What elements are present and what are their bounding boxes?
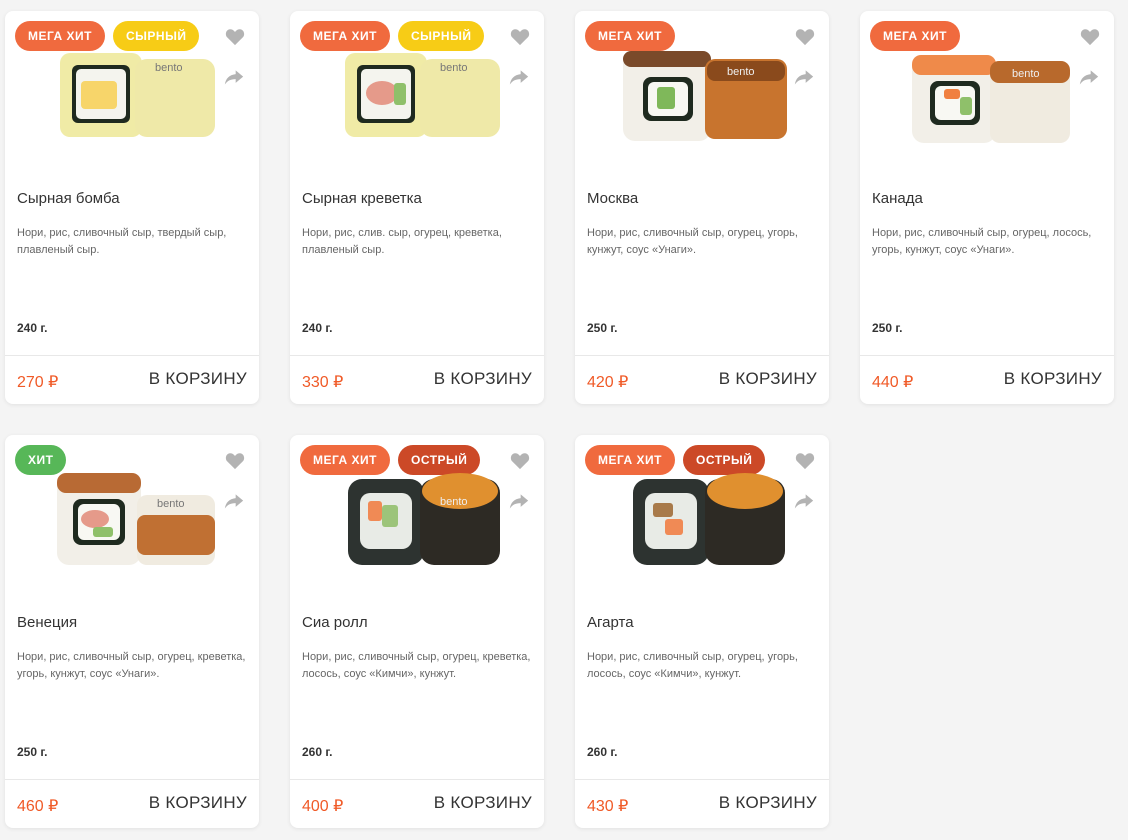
card-divider — [5, 779, 259, 780]
heart-icon[interactable] — [510, 452, 530, 470]
product-card[interactable]: ХИТ bento Венеция Нори, рис, сливочный с… — [5, 435, 259, 828]
product-price: 440 ₽ — [872, 374, 914, 391]
product-description: Нори, рис, сливочный сыр, твердый сыр, п… — [17, 227, 227, 256]
svg-text:bento: bento — [440, 62, 468, 74]
product-weight: 250 г. — [587, 321, 618, 335]
product-card[interactable]: МЕГА ХИТ ОСТРЫЙ bento Сиа ролл Нори, рис… — [290, 435, 544, 828]
product-price: 400 ₽ — [302, 798, 344, 815]
product-name[interactable]: Венеция — [17, 614, 77, 631]
share-icon[interactable] — [224, 68, 244, 86]
shrimp-eel-roll-photo: bento — [57, 473, 215, 565]
add-to-cart-button[interactable]: В КОРЗИНУ — [149, 793, 247, 813]
product-card[interactable]: МЕГА ХИТ СЫРНЫЙ bento Сырная креветка Но… — [290, 11, 544, 404]
add-to-cart-button[interactable]: В КОРЗИНУ — [719, 793, 817, 813]
svg-text:bento: bento — [157, 498, 185, 510]
cheese-shrimp-roll-photo: bento — [345, 53, 500, 137]
product-price: 430 ₽ — [587, 798, 629, 815]
share-icon[interactable] — [509, 492, 529, 510]
product-price: 420 ₽ — [587, 374, 629, 391]
salmon-eel-roll-photo: bento — [912, 55, 1070, 143]
card-divider — [290, 779, 544, 780]
share-icon[interactable] — [224, 492, 244, 510]
sesame-roll-photo: bento — [348, 473, 500, 565]
heart-icon[interactable] — [1080, 28, 1100, 46]
product-grid: МЕГА ХИТ СЫРНЫЙ bento Сырная бомба Нори,… — [0, 0, 1128, 840]
share-icon[interactable] — [1079, 68, 1099, 86]
product-weight: 240 г. — [17, 321, 48, 335]
svg-text:bento: bento — [440, 496, 468, 508]
svg-text:bento: bento — [727, 66, 755, 78]
product-weight: 260 г. — [587, 745, 618, 759]
product-card[interactable]: МЕГА ХИТ bento Москва Нори, рис, сливочн… — [575, 11, 829, 404]
heart-icon[interactable] — [510, 28, 530, 46]
card-divider — [290, 355, 544, 356]
add-to-cart-button[interactable]: В КОРЗИНУ — [1004, 369, 1102, 389]
heart-icon[interactable] — [225, 452, 245, 470]
product-name[interactable]: Сырная бомба — [17, 190, 120, 207]
black-sesame-roll-photo — [633, 473, 785, 565]
product-description: Нори, рис, слив. сыр, огурец, креветка, … — [302, 227, 502, 256]
share-icon[interactable] — [794, 68, 814, 86]
svg-text:bento: bento — [155, 62, 183, 74]
card-divider — [860, 355, 1114, 356]
add-to-cart-button[interactable]: В КОРЗИНУ — [434, 369, 532, 389]
product-description: Нори, рис, сливочный сыр, огурец, лосось… — [872, 227, 1092, 256]
share-icon[interactable] — [794, 492, 814, 510]
product-description: Нори, рис, сливочный сыр, огурец, угорь,… — [587, 227, 798, 256]
product-name[interactable]: Москва — [587, 190, 638, 207]
product-card[interactable]: МЕГА ХИТ ОСТРЫЙ Агарта Нори, рис, сливоч… — [575, 435, 829, 828]
product-weight: 250 г. — [872, 321, 903, 335]
product-name[interactable]: Сиа ролл — [302, 614, 368, 631]
share-icon[interactable] — [509, 68, 529, 86]
card-divider — [575, 355, 829, 356]
card-divider — [575, 779, 829, 780]
product-name[interactable]: Канада — [872, 190, 923, 207]
product-description: Нори, рис, сливочный сыр, огурец, кревет… — [302, 651, 531, 680]
product-card[interactable]: МЕГА ХИТ СЫРНЫЙ bento Сырная бомба Нори,… — [5, 11, 259, 404]
product-weight: 240 г. — [302, 321, 333, 335]
product-price: 460 ₽ — [17, 798, 59, 815]
heart-icon[interactable] — [225, 28, 245, 46]
product-description: Нори, рис, сливочный сыр, огурец, кревет… — [17, 651, 246, 680]
product-weight: 260 г. — [302, 745, 333, 759]
product-name[interactable]: Сырная креветка — [302, 190, 422, 207]
heart-icon[interactable] — [795, 452, 815, 470]
heart-icon[interactable] — [795, 28, 815, 46]
svg-text:bento: bento — [1012, 68, 1040, 80]
add-to-cart-button[interactable]: В КОРЗИНУ — [719, 369, 817, 389]
product-name[interactable]: Агарта — [587, 614, 634, 631]
eel-roll-photo: bento — [623, 51, 787, 141]
product-card[interactable]: МЕГА ХИТ bento Канада Нори, рис, сливочн… — [860, 11, 1114, 404]
product-price: 330 ₽ — [302, 374, 344, 391]
add-to-cart-button[interactable]: В КОРЗИНУ — [434, 793, 532, 813]
product-weight: 250 г. — [17, 745, 48, 759]
cheese-roll-photo: bento — [60, 53, 215, 137]
product-price: 270 ₽ — [17, 374, 59, 391]
product-description: Нори, рис, сливочный сыр, огурец, угорь,… — [587, 651, 798, 680]
add-to-cart-button[interactable]: В КОРЗИНУ — [149, 369, 247, 389]
card-divider — [5, 355, 259, 356]
